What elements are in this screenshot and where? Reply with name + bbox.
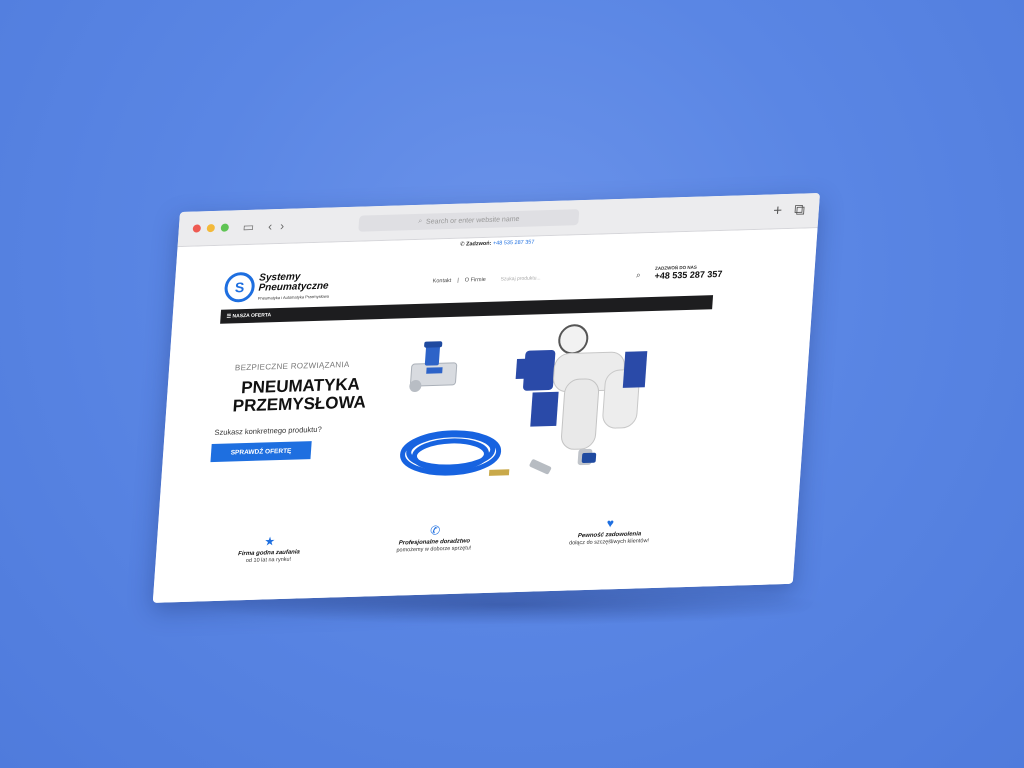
- logo-name-line2: Pneumatyczne: [258, 280, 329, 294]
- minimize-window-button[interactable]: [206, 223, 216, 233]
- search-icon: ⌕: [417, 217, 423, 225]
- search-icon[interactable]: ⌕: [636, 270, 641, 280]
- mockup-stage: ▭ ‹ › ⌕ Search or enter website name + ⧉…: [0, 0, 1024, 768]
- nav-divider: |: [457, 277, 459, 284]
- nav-item-kontakt[interactable]: Kontakt: [432, 278, 451, 285]
- browser-window: ▭ ‹ › ⌕ Search or enter website name + ⧉…: [152, 193, 821, 603]
- fitting-illustration: [529, 459, 552, 475]
- web-page: ✆ Zadzwoń: +48 535 287 357 S Systemy Pne…: [152, 228, 818, 603]
- address-placeholder: Search or enter website name: [425, 215, 520, 226]
- feature-advice: ✆ Profesjonalne doradztwo pomożemy w dob…: [369, 521, 501, 554]
- logo-mark-icon: S: [223, 271, 256, 303]
- offer-menu-label: ☰ NASZA OFERTA: [226, 312, 272, 320]
- back-icon[interactable]: ‹: [268, 219, 273, 233]
- feature-trust: ★ Firma godna zaufania od 10 lat na rynk…: [203, 532, 335, 565]
- feature-satisfaction: ♥ Pewność zadowolenia dołącz do szczęśli…: [544, 514, 676, 547]
- topbar-phone-link[interactable]: +48 535 287 357: [493, 239, 535, 246]
- close-window-button[interactable]: [192, 224, 202, 233]
- tabs-overview-icon[interactable]: ⧉: [794, 201, 806, 218]
- phone-icon: ✆: [459, 241, 465, 248]
- topbar-label: Zadzwoń:: [465, 240, 492, 248]
- star-icon: ★: [263, 534, 276, 549]
- hero-title: PNEUMATYKA PRZEMYSŁOWA: [224, 375, 377, 416]
- hero-section: BEZPIECZNE ROZWIĄZANIA PNEUMATYKA PRZEMY…: [207, 317, 719, 507]
- logo-tagline: Pneumatyka i Automatyka Przemysłowa: [257, 293, 330, 301]
- hero-product-image: [400, 324, 648, 476]
- main-nav: Kontakt | O Firmie: [432, 277, 486, 285]
- forward-icon[interactable]: ›: [280, 219, 285, 233]
- phone-icon: ✆: [429, 523, 441, 538]
- nav-item-o-firmie[interactable]: O Firmie: [464, 277, 486, 284]
- air-hose-illustration: [400, 430, 502, 476]
- maximize-window-button[interactable]: [220, 223, 230, 232]
- heart-icon: ♥: [606, 516, 615, 531]
- valve-illustration: [409, 341, 458, 393]
- new-tab-icon[interactable]: +: [773, 202, 783, 219]
- hero-question: Szukasz konkretnego produktu?: [214, 424, 322, 437]
- search-input[interactable]: Szukaj produktu...: [500, 275, 540, 282]
- features-row: ★ Firma godna zaufania od 10 lat na rynk…: [201, 516, 705, 596]
- sidebar-icon[interactable]: ▭: [242, 220, 254, 234]
- window-controls: [192, 223, 230, 233]
- product-search[interactable]: Szukaj produktu... ⌕: [500, 270, 641, 284]
- site-logo[interactable]: S Systemy Pneumatyczne Pneumatyka i Auto…: [223, 270, 331, 303]
- hero-title-line2: PRZEMYSŁOWA: [232, 392, 367, 416]
- hose-coupler: [488, 469, 510, 476]
- header-contact: ZADZWOŃ DO NAS +48 535 287 357: [654, 264, 723, 281]
- address-bar[interactable]: ⌕ Search or enter website name: [358, 209, 580, 232]
- hero-kicker: BEZPIECZNE ROZWIĄZANIA: [234, 359, 350, 373]
- contact-phone[interactable]: +48 535 287 357: [654, 269, 723, 281]
- check-offer-button[interactable]: SPRAWDŹ OFERTĘ: [210, 441, 312, 463]
- filter-regulator-illustration: [515, 324, 648, 450]
